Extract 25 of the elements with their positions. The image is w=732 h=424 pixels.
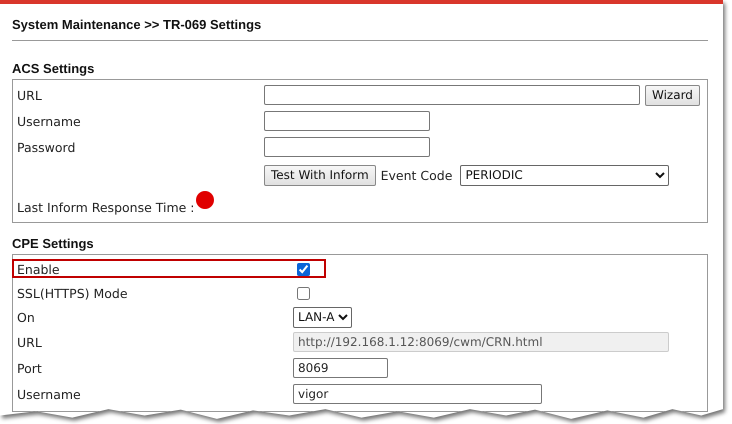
field-label: URL [16,88,43,102]
field-label: On [16,310,36,324]
field-label: Password [16,140,76,154]
input-field[interactable]: 8069 [293,358,388,378]
checkbox[interactable] [297,262,310,276]
test-button[interactable]: Test With Inform [264,164,376,186]
field-label: Port [16,360,43,376]
field-label: Enable [16,262,61,276]
field-label: URL [16,334,43,350]
field-label: Last Inform Response Time : [16,200,195,214]
section-title: ACS Settings [12,61,96,76]
interface-dropdown[interactable]: LAN-A [293,306,352,328]
event-code-dropdown[interactable]: PERIODIC [460,164,670,186]
field-label: Username [16,386,82,402]
field-label: Username [16,114,82,128]
input-field[interactable] [264,85,640,105]
input-field[interactable] [264,111,430,131]
page-title: System Maintenance >> TR-069 Settings [12,17,708,41]
input-field[interactable]: vigor [293,384,542,404]
field-label: Event Code [380,168,452,182]
section-title: CPE Settings [12,236,95,251]
field-label: SSL(HTTPS) Mode [16,286,129,300]
input-field[interactable] [264,137,430,157]
wizard-button[interactable]: Wizard [645,84,700,106]
checkbox[interactable] [297,286,310,300]
